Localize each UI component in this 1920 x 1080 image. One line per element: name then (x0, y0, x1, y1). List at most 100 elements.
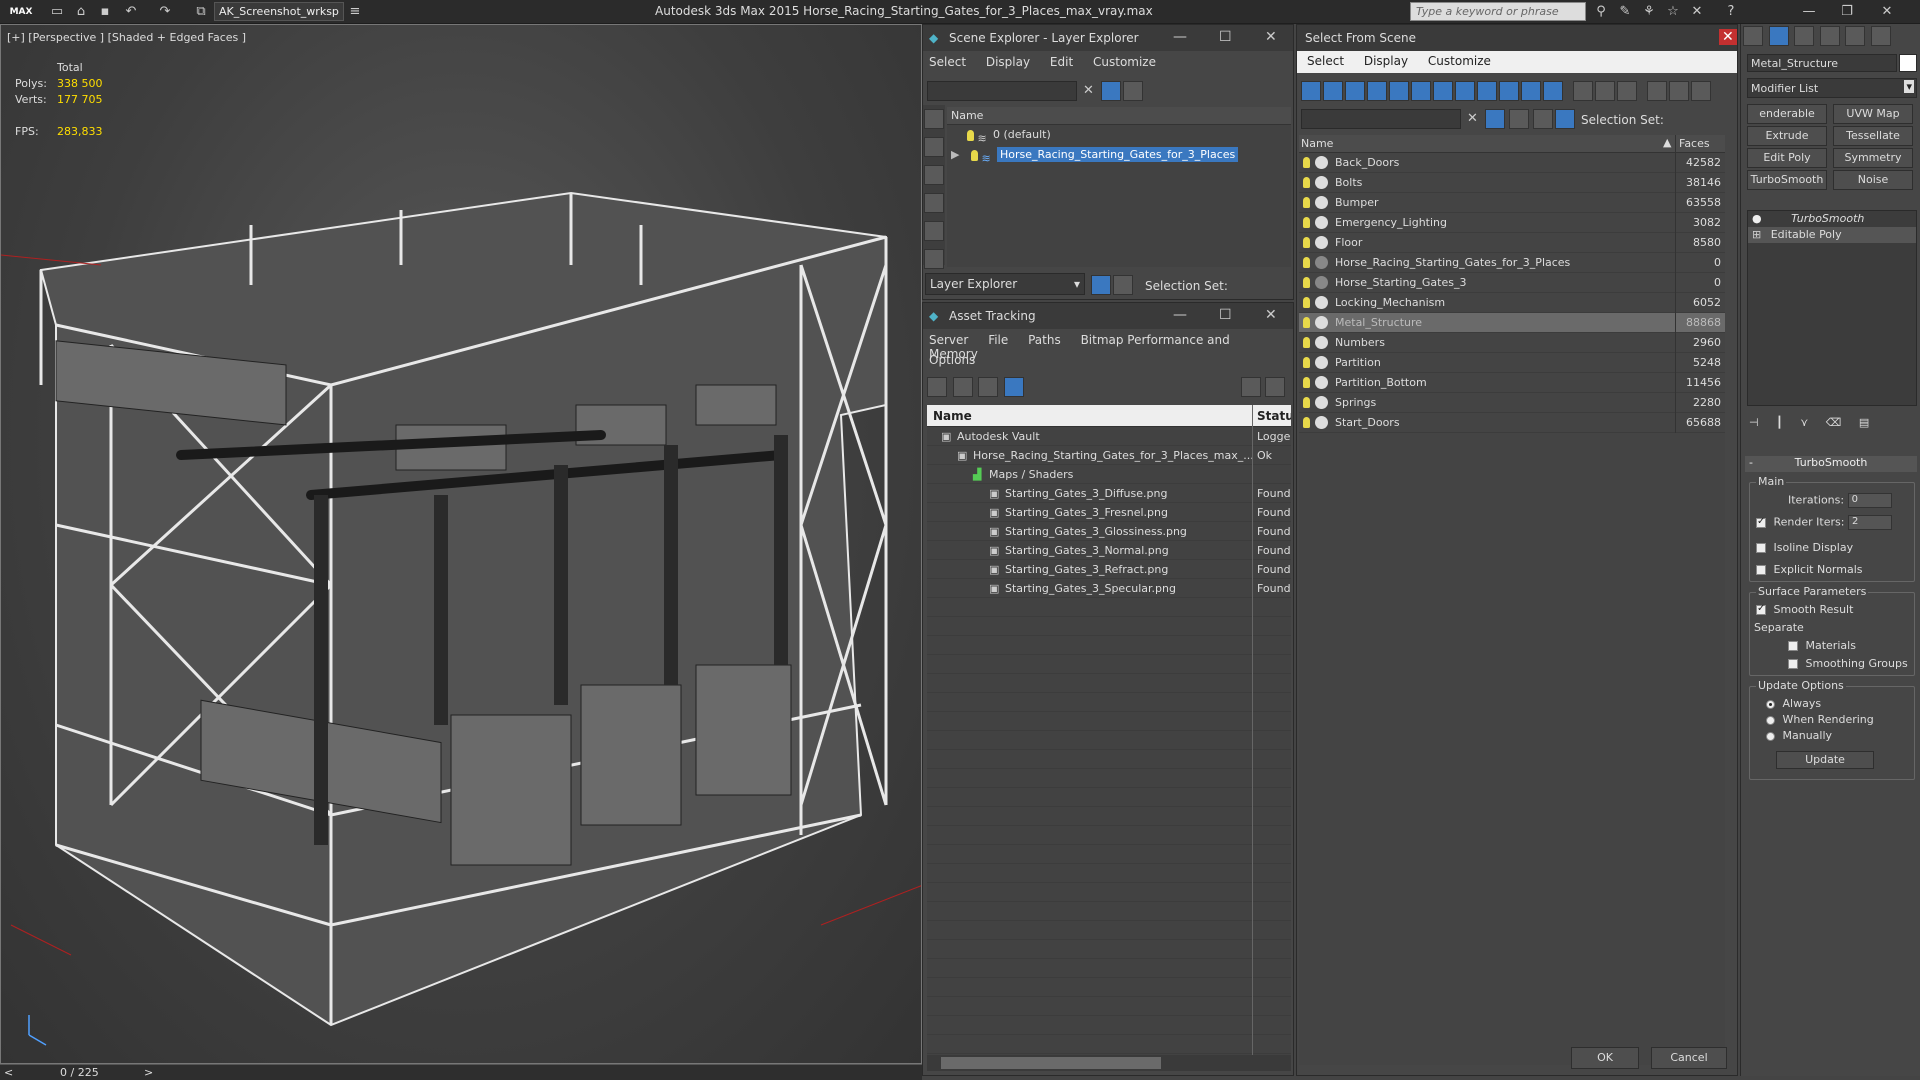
menu-options[interactable]: Options (929, 353, 975, 367)
col-faces[interactable]: Faces (1679, 137, 1710, 150)
hierarchy-icon[interactable] (1555, 109, 1575, 129)
clear-search-icon[interactable]: ✕ (1467, 111, 1478, 126)
lightbulb-icon[interactable] (1303, 237, 1310, 248)
scene-explorer-titlebar[interactable]: ◆ Scene Explorer - Layer Explorer — ☐ ✕ (923, 25, 1293, 51)
select-all-icon[interactable] (1573, 81, 1593, 101)
layer-toolbar-icon[interactable] (1091, 275, 1111, 295)
object-row[interactable]: Bumper 63558 (1299, 193, 1725, 213)
object-color-swatch[interactable] (1899, 54, 1917, 72)
object-row[interactable]: Back_Doors 42582 (1299, 153, 1725, 173)
turbosmooth-rollout-header[interactable]: - TurboSmooth (1745, 456, 1917, 472)
object-row[interactable]: Start_Doors 65688 (1299, 413, 1725, 433)
layer-stack-icon[interactable] (1533, 109, 1553, 129)
layers-icon[interactable] (1123, 81, 1143, 101)
close-icon[interactable]: ✕ (1719, 29, 1737, 45)
close-icon[interactable]: ✕ (1265, 29, 1277, 45)
object-row[interactable]: Bolts 38146 (1299, 173, 1725, 193)
lightbulb-icon[interactable] (1303, 257, 1310, 268)
menu-display[interactable]: Display (986, 55, 1030, 69)
utilities-tab-icon[interactable] (1870, 26, 1891, 46)
lightbulb-icon[interactable] (1303, 397, 1310, 408)
configure-modifier-sets-icon[interactable]: ▤ (1859, 416, 1869, 429)
menu-display[interactable]: Display (1364, 54, 1408, 68)
table-view-icon[interactable] (1003, 377, 1024, 397)
select-containers-icon[interactable] (1499, 81, 1519, 101)
close-x-icon[interactable]: ✕ (1688, 3, 1706, 21)
object-row[interactable]: Floor 8580 (1299, 233, 1725, 253)
materials-checkbox[interactable] (1788, 641, 1798, 651)
lightbulb-icon[interactable] (1303, 177, 1310, 188)
object-row[interactable]: Horse_Racing_Starting_Gates_for_3_Places… (1299, 253, 1725, 273)
timeline-next-button[interactable]: > (144, 1066, 153, 1079)
manually-radio[interactable] (1766, 731, 1775, 741)
iterations-spinner[interactable]: 0 (1847, 493, 1892, 508)
stack-item-turbosmooth[interactable]: ● TurboSmooth (1748, 211, 1916, 227)
create-tab-icon[interactable] (1743, 26, 1763, 46)
select-xrefs-icon[interactable] (1455, 81, 1475, 101)
always-radio[interactable] (1766, 699, 1775, 709)
restore-icon[interactable]: ❐ (1838, 3, 1856, 21)
select-helpers-icon[interactable] (1389, 81, 1409, 101)
smooth-result-checkbox[interactable] (1756, 603, 1766, 615)
select-bones-icon[interactable] (1477, 81, 1497, 101)
open-file-icon[interactable]: ⌂ (72, 3, 90, 21)
when-rendering-radio[interactable] (1766, 715, 1775, 725)
asset-row[interactable]: ▣ Starting_Gates_3_Glossiness.png Found (927, 522, 1291, 541)
display-lights-icon[interactable] (924, 165, 944, 185)
menu-file[interactable]: File (988, 333, 1008, 347)
select-cameras-icon[interactable] (1367, 81, 1387, 101)
search-input[interactable]: Type a keyword or phrase (1410, 2, 1586, 21)
display-helpers-icon[interactable] (924, 221, 944, 241)
remove-modifier-icon[interactable]: ⌫ (1826, 416, 1842, 429)
close-window-icon[interactable]: ✕ (1878, 3, 1896, 21)
perspective-viewport[interactable]: [+] [Perspective ] [Shaded + Edged Faces… (0, 24, 922, 1064)
ok-button[interactable]: OK (1571, 1047, 1639, 1069)
lightbulb-icon[interactable] (1303, 277, 1310, 288)
display-shapes-icon[interactable] (924, 137, 944, 157)
col-status[interactable]: Status (1257, 409, 1291, 423)
workspace-menu-icon[interactable]: ≡ (346, 3, 364, 21)
filter-options-icon[interactable] (1647, 81, 1667, 101)
hierarchy-icon[interactable] (1113, 275, 1133, 295)
smoothing-groups-checkbox[interactable] (1788, 659, 1798, 669)
menu-edit[interactable]: Edit (1050, 55, 1073, 69)
project-icon[interactable]: ⧉ (192, 3, 210, 21)
save-icon[interactable]: ▪ (96, 3, 114, 21)
horizontal-scrollbar[interactable] (927, 1055, 1291, 1071)
select-groups-icon[interactable] (1433, 81, 1453, 101)
sort-arrow-icon[interactable]: ▲ (1663, 136, 1671, 149)
lightbulb-icon[interactable] (1303, 377, 1310, 388)
object-row[interactable]: Horse_Starting_Gates_3 0 (1299, 273, 1725, 293)
pin-stack-icon[interactable]: ⊣ (1749, 416, 1759, 429)
make-unique-icon[interactable]: ⋎ (1800, 416, 1808, 429)
menu-customize[interactable]: Customize (1428, 54, 1491, 68)
expand-plus-icon[interactable]: ⊞ (1752, 228, 1761, 241)
tools-icon[interactable]: ✎ (1616, 3, 1634, 21)
collapse-icon[interactable] (1691, 81, 1711, 101)
asset-row[interactable]: ▟ Maps / Shaders (927, 465, 1291, 484)
modifier-list-dropdown[interactable]: Modifier List ▾ (1747, 78, 1917, 98)
turbosmooth-button[interactable]: TurboSmooth (1747, 170, 1827, 190)
select-spacewarps-icon[interactable] (1411, 81, 1431, 101)
extrude-button[interactable]: Extrude (1747, 126, 1827, 146)
display-spacewarps-icon[interactable] (924, 249, 944, 269)
object-row[interactable]: Partition 5248 (1299, 353, 1725, 373)
scene-explorer-search[interactable] (927, 81, 1077, 101)
display-geometry-icon[interactable] (924, 109, 944, 129)
lightbulb-icon[interactable] (1303, 357, 1310, 368)
hierarchy-tab-icon[interactable] (1794, 26, 1814, 46)
undo-icon[interactable]: ↶ (122, 3, 140, 21)
layer-name-column[interactable]: Name (947, 107, 1291, 125)
help-icon[interactable]: ? (1722, 3, 1740, 21)
scrollbar-thumb[interactable] (941, 1057, 1161, 1069)
settings-icon[interactable] (1265, 377, 1285, 397)
star-icon[interactable]: ☆ (1664, 3, 1682, 21)
explicit-normals-checkbox[interactable] (1756, 565, 1766, 575)
select-shapes-icon[interactable] (1323, 81, 1343, 101)
lightbulb-icon[interactable] (970, 149, 978, 161)
timeline-prev-button[interactable]: < (4, 1066, 13, 1079)
display-cameras-icon[interactable] (924, 193, 944, 213)
lightbulb-icon[interactable] (1303, 417, 1310, 428)
asset-row[interactable]: ▣ Starting_Gates_3_Specular.png Found (927, 579, 1291, 598)
asset-row[interactable]: ▣ Starting_Gates_3_Diffuse.png Found (927, 484, 1291, 503)
